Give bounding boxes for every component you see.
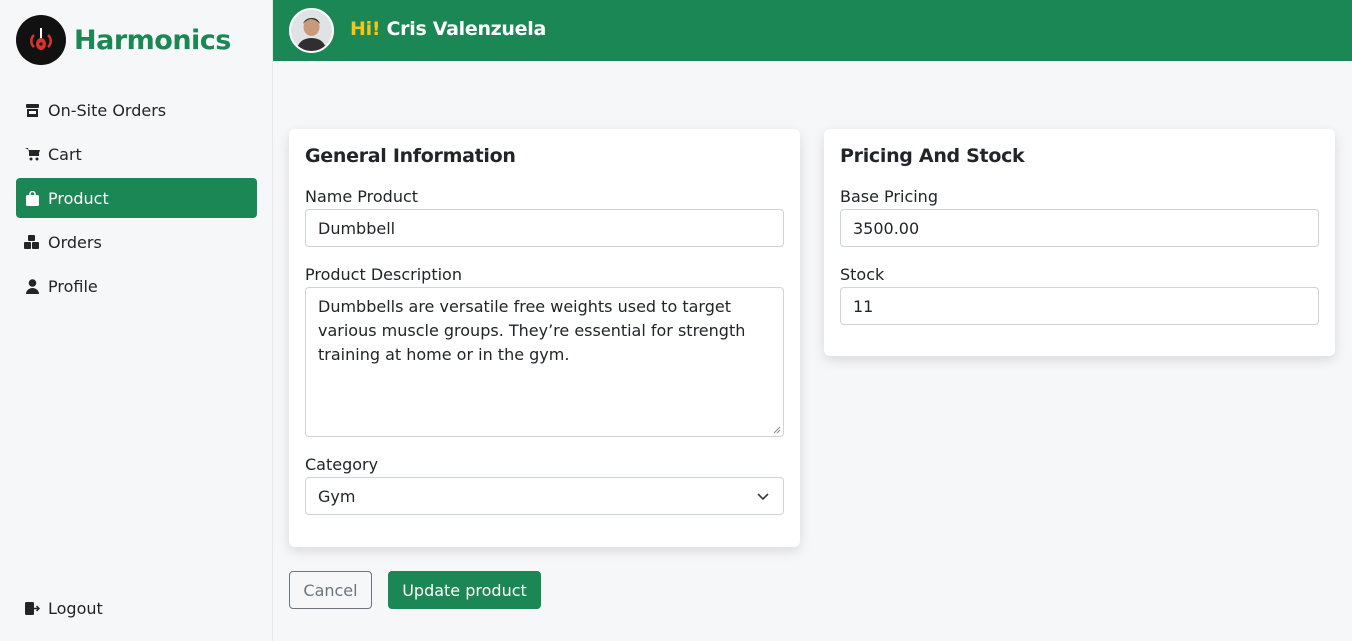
name-product-value: Dumbbell bbox=[318, 218, 396, 238]
card-title: Pricing And Stock bbox=[840, 145, 1025, 167]
sidebar-item-on-site-orders[interactable]: On-Site Orders bbox=[16, 90, 257, 130]
user-name: Cris Valenzuela bbox=[386, 18, 547, 40]
name-product-label: Name Product bbox=[305, 187, 419, 206]
sidebar-item-label: Cart bbox=[48, 144, 82, 164]
base-pricing-input[interactable]: 3500.00 bbox=[840, 209, 1319, 247]
bag-icon bbox=[24, 190, 40, 206]
product-description-label: Product Description bbox=[305, 265, 462, 284]
greeting-hi: Hi! bbox=[350, 18, 381, 40]
base-pricing-label: Base Pricing bbox=[840, 187, 938, 206]
logout-button[interactable]: Logout bbox=[16, 588, 257, 628]
product-description-value: Dumbbells are versatile free weights use… bbox=[318, 297, 746, 364]
resize-handle-icon[interactable] bbox=[773, 426, 781, 434]
pricing-stock-card: Pricing And Stock Base Pricing 3500.00 S… bbox=[824, 129, 1335, 356]
category-value: Gym bbox=[318, 486, 356, 506]
sidebar-item-label: Product bbox=[48, 188, 109, 208]
stock-input[interactable]: 11 bbox=[840, 287, 1319, 325]
sidebar: Harmonics On-Site Orders Cart Product Or… bbox=[0, 0, 273, 641]
update-product-button[interactable]: Update product bbox=[388, 571, 541, 609]
logout-label: Logout bbox=[48, 598, 103, 618]
card-title: General Information bbox=[305, 145, 516, 167]
top-header: Hi! Cris Valenzuela bbox=[273, 0, 1352, 61]
sidebar-item-profile[interactable]: Profile bbox=[16, 266, 257, 306]
cancel-button[interactable]: Cancel bbox=[289, 571, 372, 609]
sidebar-nav: On-Site Orders Cart Product Orders Profi… bbox=[16, 90, 257, 310]
general-information-card: General Information Name Product Dumbbel… bbox=[289, 129, 800, 547]
sidebar-item-orders[interactable]: Orders bbox=[16, 222, 257, 262]
category-select[interactable]: Gym bbox=[305, 477, 784, 515]
sidebar-item-label: Profile bbox=[48, 276, 98, 296]
greeting: Hi! Cris Valenzuela bbox=[350, 18, 546, 40]
brand-name: Harmonics bbox=[74, 24, 231, 56]
product-description-textarea[interactable]: Dumbbells are versatile free weights use… bbox=[305, 287, 784, 437]
stock-label: Stock bbox=[840, 265, 885, 284]
sidebar-item-cart[interactable]: Cart bbox=[16, 134, 257, 174]
sidebar-item-product[interactable]: Product bbox=[16, 178, 257, 218]
sidebar-item-label: Orders bbox=[48, 232, 102, 252]
stock-value: 11 bbox=[853, 296, 874, 316]
store-icon bbox=[24, 102, 40, 118]
base-pricing-value: 3500.00 bbox=[853, 218, 920, 238]
logout-icon bbox=[24, 600, 40, 616]
chevron-down-icon bbox=[757, 493, 769, 501]
cart-icon bbox=[24, 146, 40, 162]
guitar-logo-icon bbox=[16, 15, 66, 65]
boxes-icon bbox=[24, 234, 40, 250]
person-icon bbox=[24, 278, 40, 294]
category-label: Category bbox=[305, 455, 379, 474]
avatar[interactable] bbox=[289, 8, 334, 53]
brand[interactable]: Harmonics bbox=[16, 15, 231, 65]
name-product-input[interactable]: Dumbbell bbox=[305, 209, 784, 247]
sidebar-item-label: On-Site Orders bbox=[48, 100, 167, 120]
